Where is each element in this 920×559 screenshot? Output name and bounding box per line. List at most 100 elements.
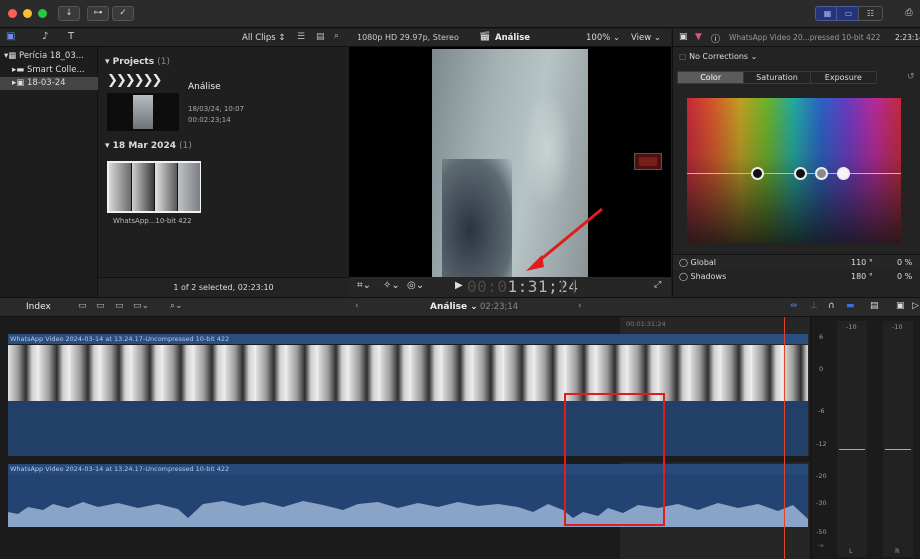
inspector: ▣ ▼ ⓘ WhatsApp Video 20...pressed 10-bit… [672,29,920,297]
video-inspector-icon[interactable]: ▣ [679,32,688,42]
timeline-duration: 02:23;14 [480,302,519,312]
meter-scale-minus12: -12 [816,440,827,448]
timeline[interactable]: 00:01:31;24 WhatsApp Video 2024-03-14 at… [0,317,810,559]
share-icon: ⎙ [905,8,913,18]
background-tasks-button[interactable]: ✓ [112,6,134,21]
forward-arrow-icon[interactable]: › [578,301,582,311]
zoom-menu[interactable]: 100% ⌄ [586,33,620,43]
timeline-project-name: Análise [430,302,468,312]
color-inspector-icon[interactable]: ▼ [695,32,702,42]
browser-status: 1 of 2 selected, 02:23:10 [98,277,349,297]
meter-left-peak: -10 [846,323,857,331]
library-label: Perícia 18_03... [19,51,84,61]
back-arrow-icon[interactable]: ‹ [355,301,359,311]
highlights-puck[interactable] [837,167,850,180]
skimming-icon[interactable]: ⇹ [790,301,798,311]
meter-scale-6: 6 [819,333,824,341]
global-row[interactable]: ◯ Global 110 ° 0 % [673,254,920,270]
viewer-toolbar: 1080p HD 29.97p, Stereo 🎬︎ Análise 100% … [349,29,671,47]
broadcast-safe-indicator [634,153,662,170]
corrections-menu[interactable]: ▢ No Corrections ⌄ [679,52,757,61]
audio-waveform[interactable] [8,474,808,527]
video-clip-header[interactable]: WhatsApp Video 2024-03-14 at 13.24.17-Un… [8,334,808,344]
meter-scale-minus50: -50 [816,528,827,536]
zoom-tool-menu[interactable]: ⌕⌄ [170,301,183,311]
inspector-clip-title: WhatsApp Video 20...pressed 10-bit 422 [729,33,881,42]
corrections-label: No Corrections [689,52,749,61]
append-clip-icon[interactable]: ▭ [115,301,124,311]
solo-icon[interactable]: ▬ [846,301,855,311]
titles-icon[interactable]: T [68,31,74,42]
smart-collections-item[interactable]: ▸▬ Smart Colle... [12,64,85,77]
clip-appearance-icon[interactable]: ☰ [297,32,305,42]
video-clip-name: WhatsApp Video 2024-03-14 at 13.24.17-Un… [10,335,230,343]
insert-clip-icon[interactable]: ▭ [96,301,105,311]
keyword-button[interactable]: ⊶ [87,6,109,21]
global-label: Global [690,258,717,267]
playhead[interactable] [784,317,785,559]
info-icon[interactable]: ⓘ [711,32,720,45]
video-clip-body[interactable] [8,401,808,456]
date-group-header[interactable]: ▾ 18 Mar 2024 (1) [105,141,192,151]
date-group-count: (1) [179,141,192,151]
clip-thumbnail[interactable] [107,161,201,213]
shadows-puck[interactable] [794,167,807,180]
timeline-toolbar: Index ▭ ▭ ▭ ▭⌄ ⌕⌄ ‹ Análise ⌄ 02:23;14 ›… [0,297,920,317]
master-puck[interactable] [751,167,764,180]
speed-menu[interactable]: ◎⌄ [407,280,424,291]
event-label: 18-03-24 [27,78,66,88]
overwrite-menu[interactable]: ▭⌄ [133,301,149,311]
inspector-duration: 2:23:14 [895,33,920,42]
meter-scale-0: 0 [819,365,824,373]
view-label: View [631,33,652,43]
libraries-icon[interactable]: ▣ [6,31,15,42]
tab-exposure[interactable]: Exposure [809,72,876,83]
inspector-toggle-button[interactable]: ☷ [858,6,883,21]
transform-menu[interactable]: ⌗⌄ [357,280,371,291]
tab-color[interactable]: Color [678,72,744,83]
audio-clip-name: WhatsApp Video 2024-03-14 at 13.24.17-Un… [10,465,230,473]
index-button[interactable]: Index [26,302,51,312]
timeline-project-menu[interactable]: Análise ⌄ [430,302,478,312]
audio-clip-header[interactable]: WhatsApp Video 2024-03-14 at 13.24.17-Un… [8,464,808,474]
video-filmstrip[interactable] [8,345,808,401]
play-button[interactable]: ▶ [455,280,463,291]
audio-skimming-icon[interactable]: ∩ [828,301,835,311]
filmstrip-icon[interactable]: ▤ [316,32,325,42]
annotation-rectangle [564,393,665,526]
all-clips-filter[interactable]: All Clips ↕ [242,33,286,43]
transitions-icon[interactable]: ▷ [912,301,919,311]
event-item[interactable]: ▸▣ 18-03-24 [0,77,98,90]
inspector-header: ▣ ▼ ⓘ WhatsApp Video 20...pressed 10-bit… [673,29,920,47]
view-menu[interactable]: View ⌄ [631,33,661,43]
reset-icon[interactable]: ↺ [907,72,915,82]
project-poster-frame [107,93,179,131]
shadows-row[interactable]: ◯ Shadows 180 ° 0 % [673,270,920,297]
projects-count: (1) [157,57,170,67]
close-window-button[interactable] [8,9,17,18]
snapping-icon[interactable]: ⊥ [810,301,818,311]
enhance-menu[interactable]: ✧⌄ [383,280,400,291]
smart-collections-label: Smart Colle... [27,65,85,75]
minimize-window-button[interactable] [23,9,32,18]
share-button[interactable]: ⎙ [900,6,918,21]
tab-saturation[interactable]: Saturation [743,72,809,83]
effects-browser-icon[interactable]: ▣ [896,301,905,311]
projects-header[interactable]: ▾ Projects (1) [105,57,170,67]
audio-meters: 6 0 -6 -12 -20 -30 -50 -∞ -10 L -10 R [810,317,920,559]
project-thumbnail[interactable]: ❯❯❯❯❯❯ [107,73,179,133]
search-icon[interactable]: ⌕ [334,31,339,41]
waveform-svg [8,501,808,527]
zoom-window-button[interactable] [38,9,47,18]
meter-scale-minus20: -20 [816,472,827,480]
shadows-angle: 180 ° [851,272,873,281]
midtones-puck[interactable] [815,167,828,180]
color-board[interactable] [687,98,901,243]
import-button[interactable]: ↓ [58,6,80,21]
fullscreen-icon[interactable]: ⤢ [654,280,661,290]
photos-icon[interactable]: ♪ [42,31,48,42]
library-item[interactable]: ▾▦ Perícia 18_03... [4,50,84,63]
project-date: 18/03/24, 10:07 [188,105,245,113]
connect-clip-icon[interactable]: ▭ [78,301,87,311]
clip-appearance-button[interactable]: ▤ [870,301,879,311]
